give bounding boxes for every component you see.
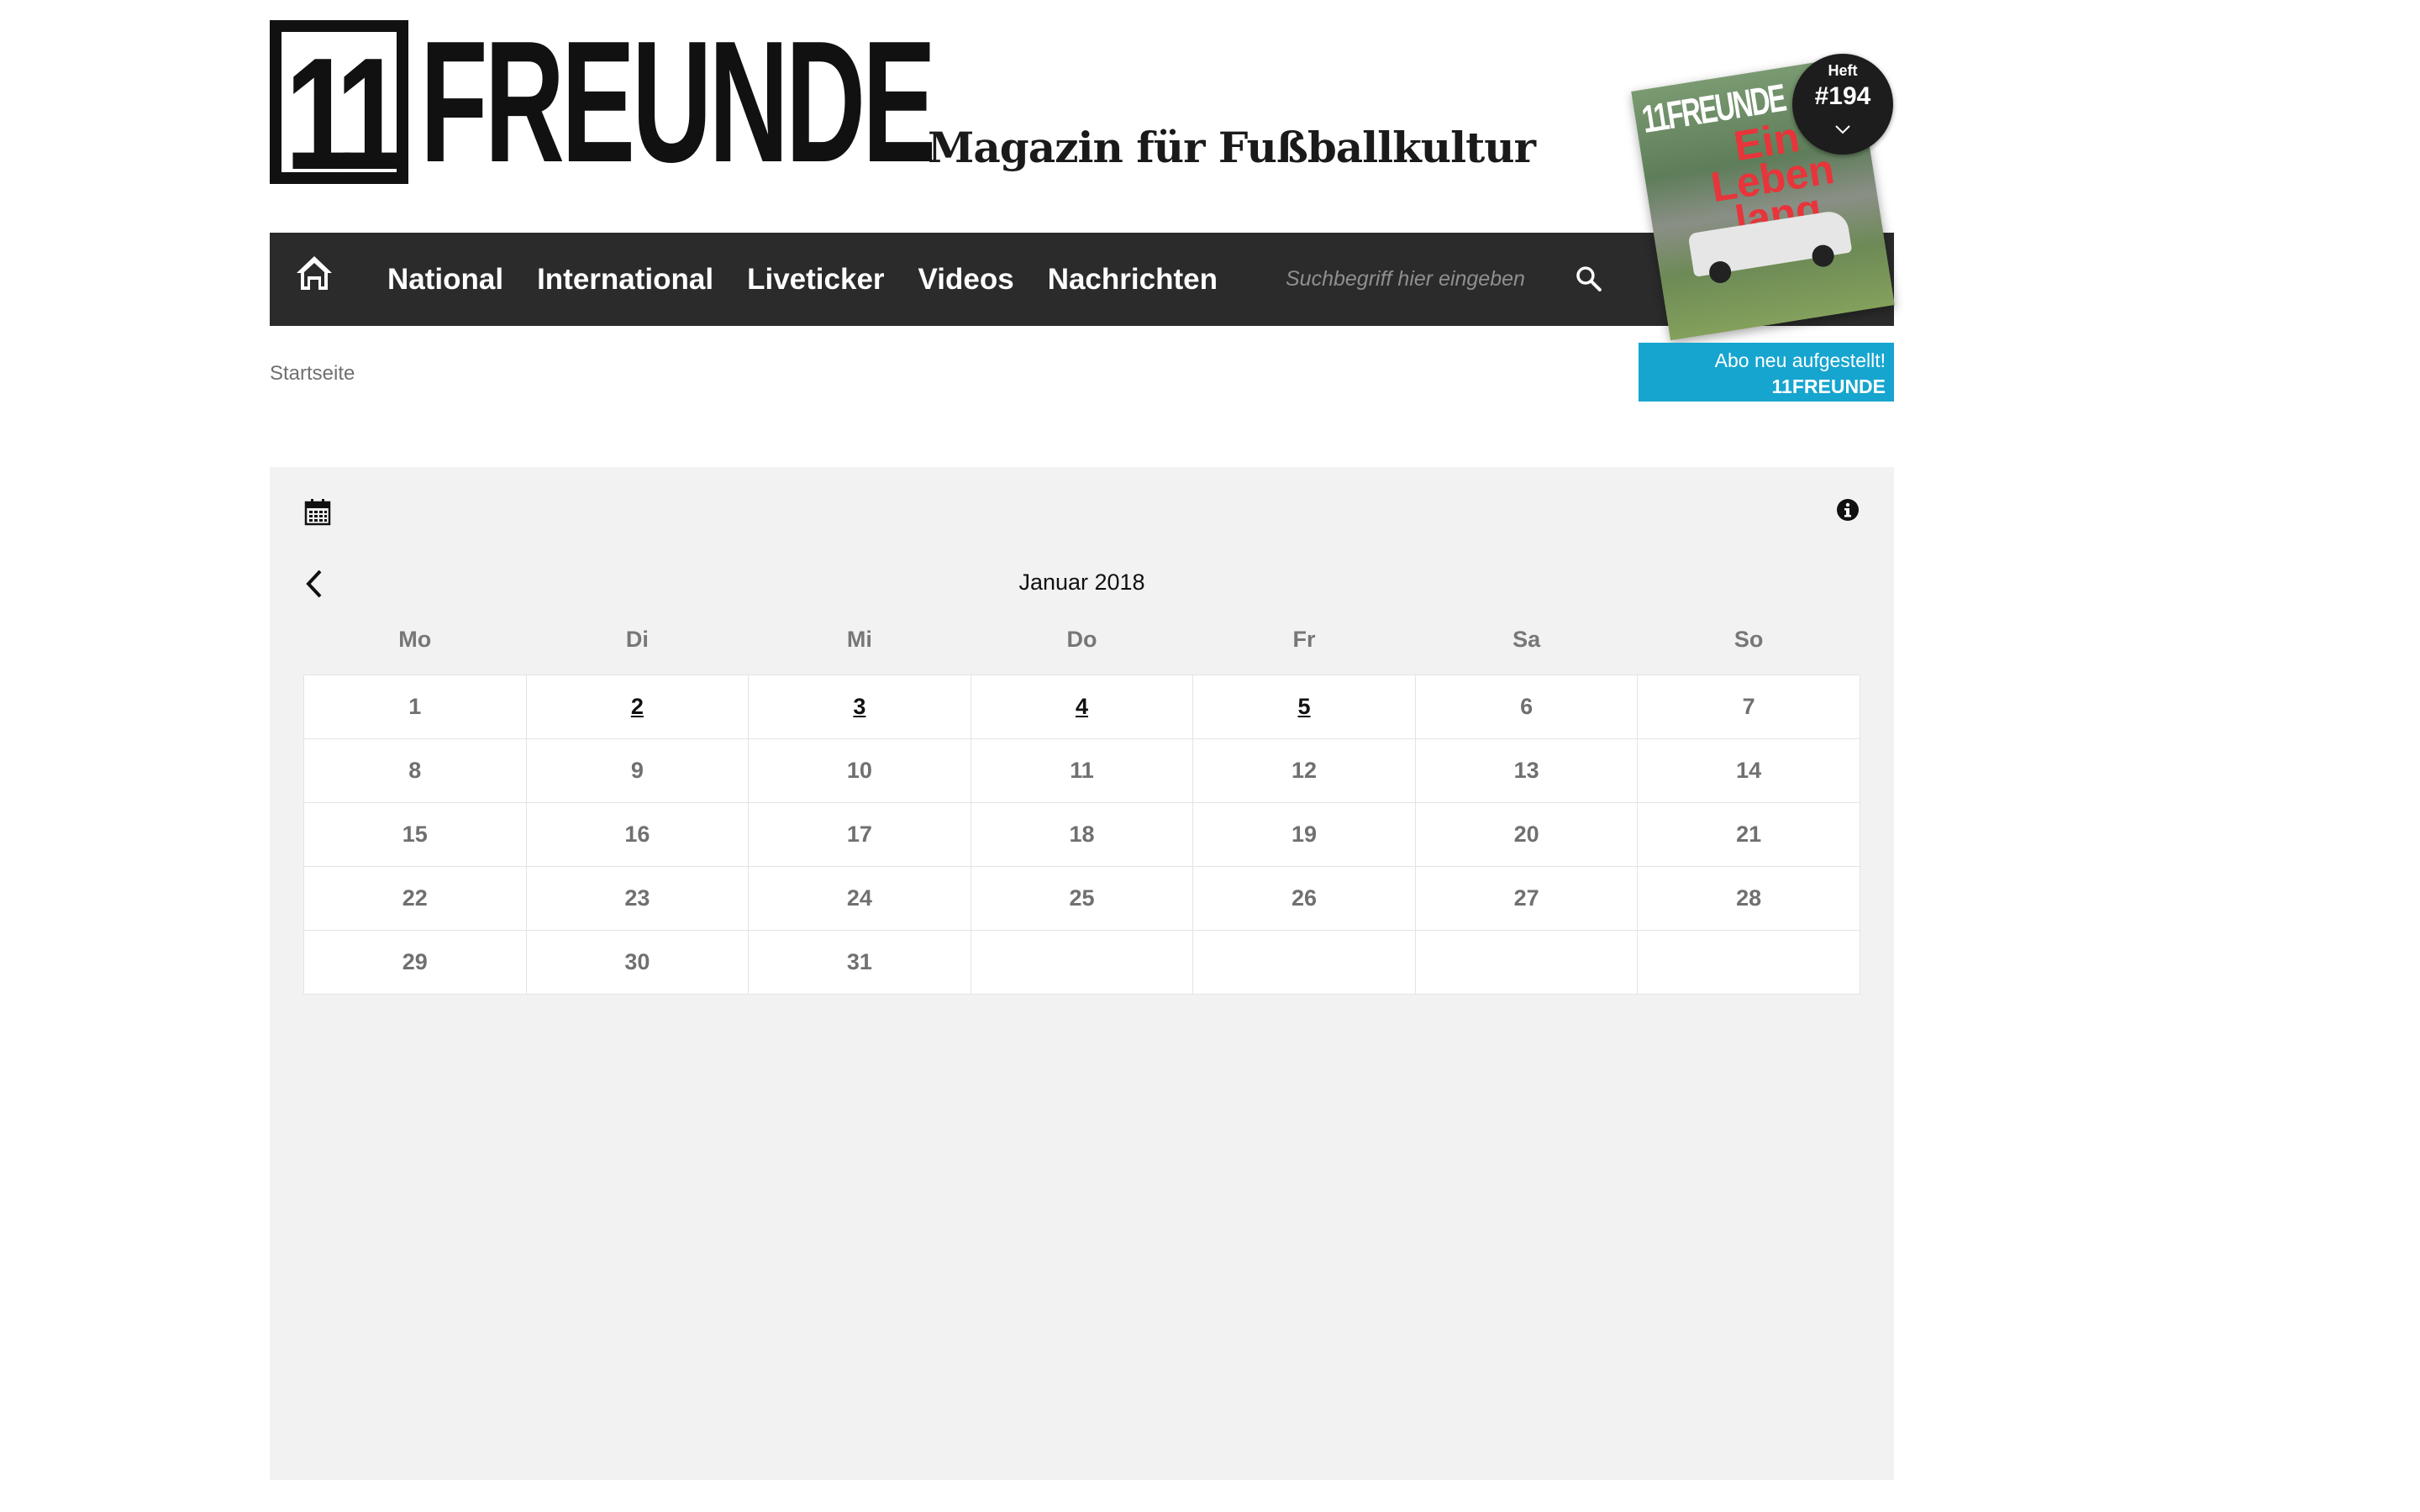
calendar-day: 16: [525, 802, 750, 867]
tagline: Magazin für Fußballkultur: [928, 123, 1536, 172]
month-title: Januar 2018: [1018, 570, 1145, 595]
calendar-day-link[interactable]: 5: [1192, 675, 1416, 739]
calendar-day: 29: [303, 930, 527, 995]
chevron-down-icon: [1835, 125, 1850, 134]
calendar-day: 15: [303, 802, 527, 867]
calendar-day: 8: [303, 738, 527, 803]
main-nav: National International Liveticker Videos…: [270, 233, 1894, 326]
issue-badge[interactable]: Heft #194: [1792, 54, 1893, 155]
calendar-day: 9: [525, 738, 750, 803]
calendar-week-row: 8 9 10 11 12 13 14: [303, 738, 1860, 803]
weekday-do: Do: [1066, 627, 1097, 652]
nav-item-nachrichten[interactable]: Nachrichten: [1048, 263, 1218, 297]
search-input[interactable]: [1284, 265, 1572, 292]
calendar-day-link[interactable]: 2: [525, 675, 750, 739]
calendar-day-link[interactable]: 3: [748, 675, 971, 739]
calendar-week-row: 1 2 3 4 5 6 7: [303, 675, 1860, 739]
nav-item-national[interactable]: National: [387, 263, 503, 297]
calendar-day: 18: [970, 802, 1194, 867]
weekday-so: So: [1733, 627, 1764, 652]
calendar-day: 22: [303, 866, 527, 931]
calendar-day: 6: [1414, 675, 1639, 739]
weekday-mo: Mo: [398, 627, 432, 652]
calendar-day: 11: [970, 738, 1194, 803]
calendar-week-row: 22 23 24 25 26 27 28: [303, 866, 1860, 931]
calendar-day-link[interactable]: 4: [970, 675, 1194, 739]
breadcrumb-home[interactable]: Startseite: [270, 362, 355, 386]
calendar-day: 31: [748, 930, 971, 995]
calendar-day: 10: [748, 738, 971, 803]
abo-line2: 11FREUNDE DAUERKARTE: [1750, 375, 1886, 424]
weekday-fr: Fr: [1292, 627, 1316, 652]
nav-item-international[interactable]: International: [537, 263, 713, 297]
nav-items: National International Liveticker Videos…: [387, 233, 1251, 326]
issue-number: #194: [1814, 82, 1871, 110]
calendar-day-empty: [970, 930, 1194, 995]
calendar-day: 1: [303, 675, 527, 739]
calendar-day: 21: [1637, 802, 1860, 867]
calendar-grid: Mo Di Mi Do Fr Sa So 1 2 3 4 5 6 7 8 9 1…: [303, 623, 1860, 995]
abo-line1: Abo neu aufgestellt!: [1714, 349, 1886, 371]
weekday-mi: Mi: [846, 627, 872, 652]
calendar-day: 26: [1192, 866, 1416, 931]
calendar-day: 30: [525, 930, 750, 995]
calendar-day: 7: [1637, 675, 1860, 739]
calendar-day: 28: [1637, 866, 1860, 931]
weekday-header-row: Mo Di Mi Do Fr Sa So: [304, 623, 1860, 675]
abo-banner[interactable]: Abo neu aufgestellt! 11FREUNDE DAUERKART…: [1639, 343, 1894, 424]
calendar-day: 24: [748, 866, 971, 931]
issue-label: Heft: [1828, 62, 1858, 79]
logo-number: 11: [285, 32, 397, 172]
calendar-day-empty: [1192, 930, 1416, 995]
calendar-day: 13: [1414, 738, 1639, 803]
search-box: [1284, 258, 1603, 300]
nav-item-videos[interactable]: Videos: [918, 263, 1014, 297]
search-icon[interactable]: [1575, 265, 1603, 293]
calendar-day: 23: [525, 866, 750, 931]
weekday-sa: Sa: [1512, 627, 1541, 652]
calendar-day: 19: [1192, 802, 1416, 867]
logo-number-box: 11: [270, 20, 408, 184]
info-icon[interactable]: [1835, 497, 1860, 522]
weekday-di: Di: [625, 627, 649, 652]
calendar-week-row: 29 30 31: [303, 930, 1860, 995]
calendar-day-empty: [1414, 930, 1639, 995]
calendar-panel: Januar 2018 Mo Di Mi Do Fr Sa So 1 2 3 4…: [270, 467, 1894, 1480]
nav-item-liveticker[interactable]: Liveticker: [747, 263, 884, 297]
calendar-day: 14: [1637, 738, 1860, 803]
calendar-day: 27: [1414, 866, 1639, 931]
home-icon[interactable]: [295, 255, 334, 291]
calendar-week-row: 15 16 17 18 19 20 21: [303, 802, 1860, 867]
calendar-day: 17: [748, 802, 971, 867]
calendar-day: 12: [1192, 738, 1416, 803]
calendar-day: 20: [1414, 802, 1639, 867]
logo-word: FREUNDE: [420, 5, 936, 198]
calendar-icon: [304, 499, 331, 526]
calendar-day: 25: [970, 866, 1194, 931]
calendar-day-empty: [1637, 930, 1860, 995]
